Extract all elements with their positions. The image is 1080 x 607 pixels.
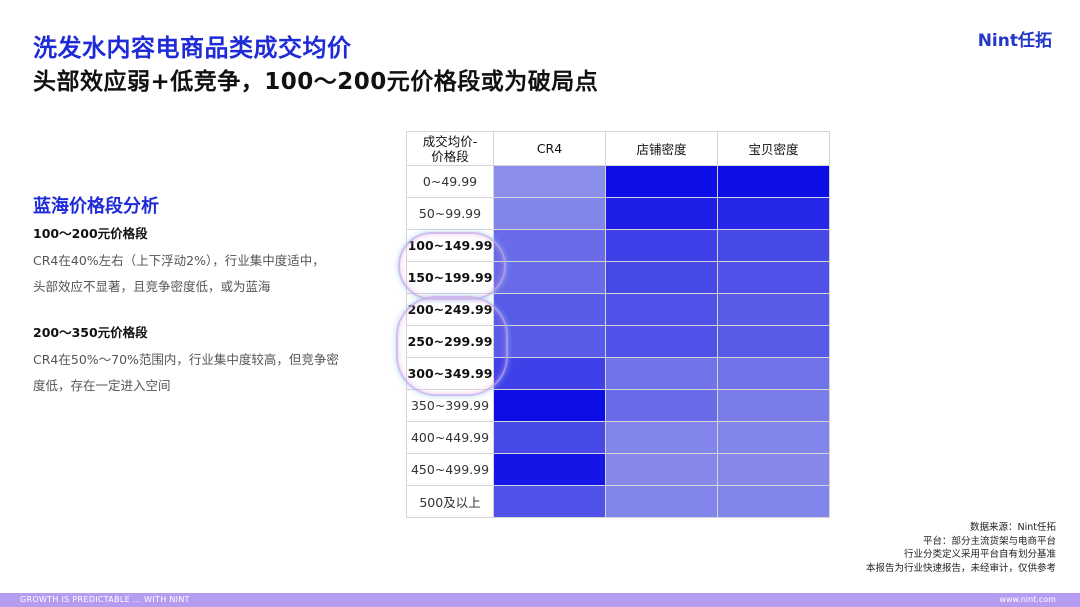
analysis-block-200-350: 200～350元价格段 CR4在50%～70%范围内，行业集中度较高，但竞争密 …: [33, 322, 363, 399]
heatmap-cell: [493, 485, 606, 518]
heatmap-cell: [493, 421, 606, 454]
heatmap-cell: [493, 389, 606, 422]
heatmap-row: 300~349.99: [406, 357, 830, 390]
heatmap-column-header: CR4: [493, 131, 606, 166]
heatmap-row-label: 50~99.99: [406, 197, 494, 230]
heatmap-cell: [493, 293, 606, 326]
heatmap-cell: [605, 421, 718, 454]
heatmap-row: 100~149.99: [406, 229, 830, 262]
heatmap-row: 350~399.99: [406, 389, 830, 422]
price-band-heatmap: 成交均价- 价格段 CR4 店铺密度 宝贝密度 0~49.99 50~99.99 1…: [406, 131, 830, 518]
analysis-text-line: 头部效应不显著，且竞争密度低，或为蓝海: [33, 279, 271, 294]
heatmap-cell: [717, 421, 830, 454]
heatmap-row: 250~299.99: [406, 325, 830, 358]
analysis-heading: 200～350元价格段: [33, 325, 148, 340]
heatmap-cell: [493, 453, 606, 486]
heatmap-row: 450~499.99: [406, 453, 830, 486]
analysis-section-title: 蓝海价格段分析: [33, 196, 159, 217]
analysis-block-100-200: 100～200元价格段 CR4在40%左右（上下浮动2%），行业集中度适中， 头…: [33, 223, 363, 300]
heatmap-header-row: 成交均价- 价格段 CR4 店铺密度 宝贝密度: [406, 131, 830, 166]
heatmap-row-label: 0~49.99: [406, 165, 494, 198]
page-title: 洗发水内容电商品类成交均价: [33, 34, 352, 62]
analysis-heading: 100～200元价格段: [33, 226, 148, 241]
heatmap-row-label: 200~249.99: [406, 293, 494, 326]
heatmap-cell: [493, 261, 606, 294]
corner-label-line1: 成交均价-: [422, 133, 478, 149]
heatmap-cell: [493, 197, 606, 230]
heatmap-cell: [493, 165, 606, 198]
heatmap-cell: [717, 453, 830, 486]
analysis-text-line: CR4在50%～70%范围内，行业集中度较高，但竞争密: [33, 352, 339, 367]
heatmap-cell: [605, 165, 718, 198]
heatmap-cell: [605, 229, 718, 262]
heatmap-cell: [717, 485, 830, 518]
analysis-text-line: CR4在40%左右（上下浮动2%），行业集中度适中，: [33, 253, 325, 268]
heatmap-row-label: 100~149.99: [406, 229, 494, 262]
source-line: 数据来源：Nint任拓: [970, 522, 1056, 533]
footer-bar: GROWTH IS PREDICTABLE ... WITH NINT www.…: [0, 593, 1080, 607]
footer-slogan: GROWTH IS PREDICTABLE ... WITH NINT: [20, 595, 190, 604]
heatmap-row: 150~199.99: [406, 261, 830, 294]
heatmap-row: 400~449.99: [406, 421, 830, 454]
source-note: 数据来源：Nint任拓 平台：部分主流货架与电商平台 行业分类定义采用平台自有划…: [866, 521, 1056, 575]
heatmap-cell: [493, 325, 606, 358]
source-line: 平台：部分主流货架与电商平台: [922, 535, 1056, 547]
heatmap-row-label: 300~349.99: [406, 357, 494, 390]
heatmap-row-label: 150~199.99: [406, 261, 494, 294]
heatmap-row-label: 350~399.99: [406, 389, 494, 422]
corner-label-line2: 价格段: [431, 148, 469, 164]
heatmap-cell: [717, 357, 830, 390]
heatmap-cell: [717, 229, 830, 262]
footer-website: www.nint.com: [999, 595, 1056, 604]
heatmap-column-header: 店铺密度: [605, 131, 718, 166]
heatmap-corner-label: 成交均价- 价格段: [406, 131, 494, 166]
heatmap-column-header: 宝贝密度: [717, 131, 830, 166]
heatmap-row: 0~49.99: [406, 165, 830, 198]
heatmap-row: 500及以上: [406, 485, 830, 518]
heatmap-row-label: 450~499.99: [406, 453, 494, 486]
nint-logo: Nint任拓: [977, 31, 1052, 51]
heatmap-cell: [605, 325, 718, 358]
heatmap-row-label: 250~299.99: [406, 325, 494, 358]
source-line: 本报告为行业快速报告，未经审计，仅供参考: [865, 562, 1056, 574]
heatmap-row-label: 500及以上: [406, 485, 494, 518]
heatmap-cell: [605, 453, 718, 486]
heatmap-cell: [605, 389, 718, 422]
heatmap-row: 200~249.99: [406, 293, 830, 326]
heatmap-cell: [717, 165, 830, 198]
heatmap-row-label: 400~449.99: [406, 421, 494, 454]
heatmap-cell: [717, 389, 830, 422]
heatmap-cell: [605, 485, 718, 518]
heatmap-cell: [493, 357, 606, 390]
heatmap-cell: [717, 293, 830, 326]
heatmap-cell: [605, 261, 718, 294]
heatmap-cell: [605, 357, 718, 390]
heatmap-cell: [717, 325, 830, 358]
heatmap-cell: [493, 229, 606, 262]
heatmap-cell: [717, 197, 830, 230]
heatmap-cell: [605, 197, 718, 230]
page-subtitle: 头部效应弱+低竞争，100～200元价格段或为破局点: [33, 69, 599, 95]
heatmap-row: 50~99.99: [406, 197, 830, 230]
analysis-text-line: 度低，存在一定进入空间: [33, 378, 171, 393]
source-line: 行业分类定义采用平台自有划分基准: [903, 549, 1056, 560]
heatmap-cell: [605, 293, 718, 326]
heatmap-cell: [717, 261, 830, 294]
